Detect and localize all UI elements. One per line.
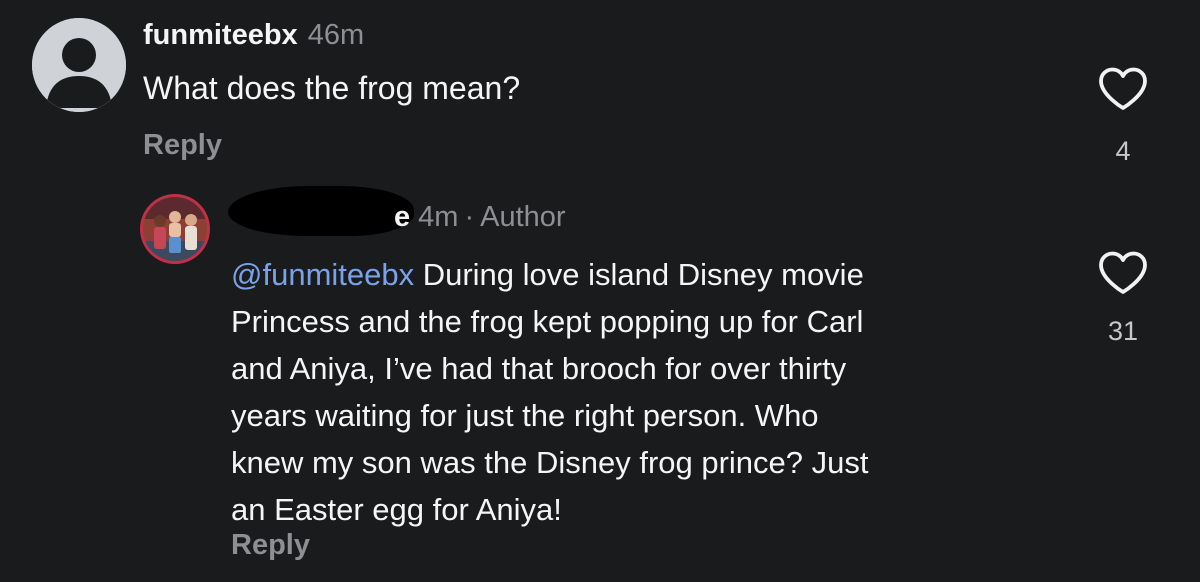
comment-text: What does the frog mean? [143, 70, 521, 106]
username[interactable]: e [394, 201, 410, 233]
comment-text-line: Princess and the frog kept popping up fo… [231, 304, 864, 339]
timestamp: 46m [307, 19, 365, 51]
timestamp: 4m [418, 201, 459, 233]
comment-text-segment: During love island Disney movie [414, 257, 864, 292]
heart-outline-icon [1099, 251, 1147, 294]
comment-text-line: years waiting for just the right person.… [231, 398, 819, 433]
like-count: 31 [1107, 316, 1139, 346]
reply-button[interactable]: Reply [143, 127, 222, 163]
comment-text-line: an Easter egg for Aniya! [231, 492, 562, 527]
comment-text-line: and Aniya, I’ve had that brooch for over… [231, 351, 847, 386]
comment-text-line: @funmiteebx During love island Disney mo… [231, 251, 1061, 298]
comment-header: e 4m · Author [394, 198, 566, 236]
separator: · [464, 201, 475, 233]
comment-text-line: knew my son was the Disney frog prince? … [231, 445, 869, 480]
comment-header: funmiteebx 46m [143, 16, 364, 54]
reply-button[interactable]: Reply [231, 527, 310, 563]
author-badge: Author [480, 201, 566, 233]
username[interactable]: funmiteebx [143, 19, 298, 51]
default-profile-icon [32, 18, 126, 112]
avatar[interactable] [143, 197, 207, 261]
profile-photo [143, 197, 207, 261]
comment-text: @funmiteebx During love island Disney mo… [231, 251, 1061, 533]
like-button[interactable] [1097, 66, 1149, 117]
redaction-mark [228, 186, 414, 236]
like-count: 4 [1115, 136, 1131, 166]
mention-link[interactable]: @funmiteebx [231, 257, 414, 292]
avatar[interactable] [32, 18, 126, 112]
heart-outline-icon [1099, 67, 1147, 110]
like-button[interactable] [1097, 250, 1149, 301]
